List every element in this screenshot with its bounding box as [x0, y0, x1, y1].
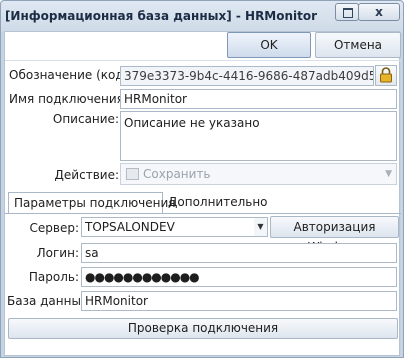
chevron-down-icon: ▼	[257, 222, 264, 231]
code-label: Обозначение (код):	[9, 68, 133, 82]
dialog-body: OK Отмена Обозначение (код): 379e3373-9b…	[4, 31, 401, 356]
tab-connection-params[interactable]: Параметры подключения	[8, 192, 176, 214]
server-label: Сервер:	[29, 221, 80, 235]
lock-button[interactable]	[375, 65, 397, 86]
dialog-window: [Информационная база данных] - HRMonitor…	[0, 0, 404, 358]
password-field[interactable]: ●●●●●●●●●●●●	[81, 267, 397, 287]
cancel-button[interactable]: Отмена	[315, 32, 401, 58]
ok-button[interactable]: OK	[227, 32, 311, 58]
window-title: [Информационная база данных] - HRMonitor	[4, 9, 318, 23]
tab-divider	[5, 213, 401, 214]
toolbar-divider	[5, 60, 401, 61]
close-icon: x	[375, 5, 383, 19]
description-label: Описание:	[52, 112, 119, 126]
check-connection-button[interactable]: Проверка подключения	[8, 318, 398, 339]
password-label: Пароль:	[28, 270, 79, 284]
database-field[interactable]: HRMonitor	[81, 291, 397, 311]
action-value: Сохранить	[143, 167, 211, 181]
connection-name-field[interactable]: HRMonitor	[120, 89, 397, 109]
server-field[interactable]: TOPSALONDEV	[81, 217, 255, 237]
server-dropdown-button[interactable]: ▼	[254, 217, 268, 237]
code-field[interactable]: 379e3373-9b4c-4416-9686-487adb409d5f	[120, 66, 374, 86]
lock-icon	[380, 67, 392, 83]
windows-auth-button[interactable]: Авторизация Windows	[270, 216, 399, 254]
title-bar[interactable]: [Информационная база данных] - HRMonitor…	[1, 1, 403, 31]
action-label: Действие:	[54, 168, 119, 182]
tab-strip: Параметры подключения Дополнительно	[5, 192, 401, 214]
database-label: База данных:	[7, 294, 93, 308]
action-select[interactable]: Сохранить ▼	[120, 163, 397, 185]
description-field[interactable]: Описание не указано	[120, 111, 397, 161]
save-icon	[126, 168, 139, 180]
close-button[interactable]: x	[358, 3, 400, 21]
connection-name-label: Имя подключения:	[9, 92, 128, 106]
chevron-down-icon: ▼	[385, 169, 392, 179]
restore-button[interactable]	[335, 3, 359, 21]
login-label: Логин:	[36, 246, 79, 260]
login-field[interactable]: sa	[81, 243, 397, 263]
tab-additional[interactable]: Дополнительно	[163, 192, 273, 214]
